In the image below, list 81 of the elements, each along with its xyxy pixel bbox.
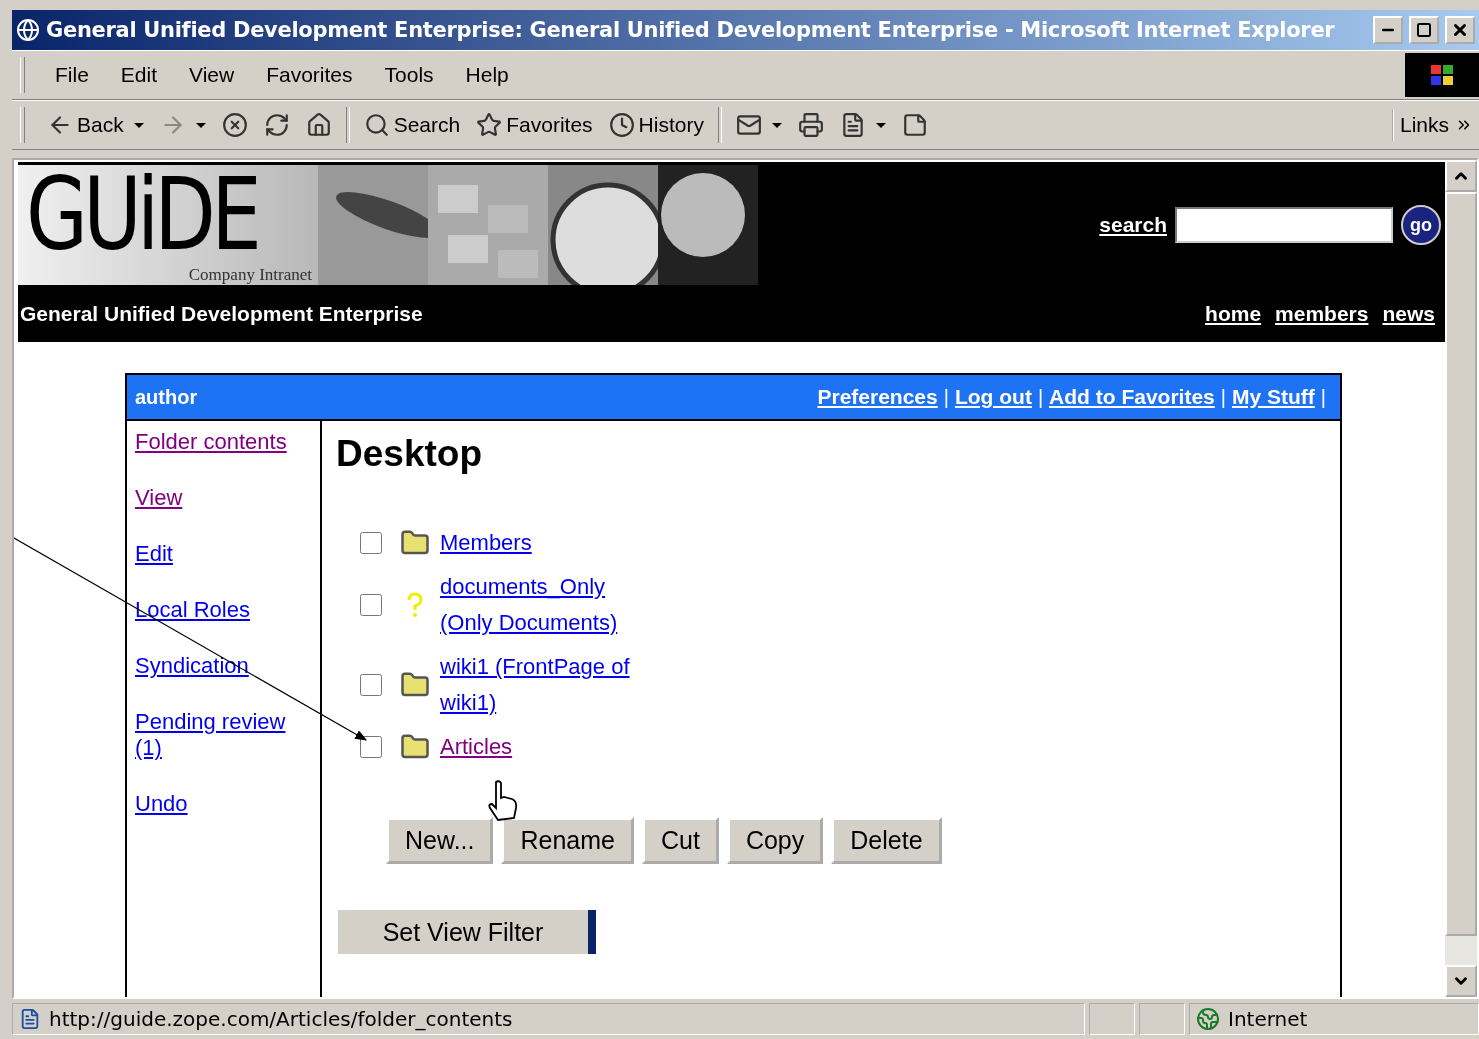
status-pane [1089, 1003, 1135, 1035]
scroll-down-button[interactable] [1445, 965, 1477, 997]
item-checkbox[interactable] [360, 736, 382, 758]
menu-item[interactable]: Tools [368, 59, 450, 91]
scroll-up-button[interactable] [1445, 160, 1477, 192]
nav-link[interactable]: home [1205, 302, 1262, 326]
item-link[interactable]: Articles [440, 729, 632, 765]
side-nav-link[interactable]: Local Roles [135, 597, 315, 623]
maximize-icon [1416, 22, 1432, 38]
item-checkbox[interactable] [360, 674, 382, 696]
page-title: Desktop [336, 433, 483, 475]
caret-icon [875, 122, 886, 128]
status-url: http://guide.zope.com/Articles/folder_contents [12, 1003, 1085, 1035]
caret-icon [771, 122, 782, 128]
logo-tagline: Company Intranet [188, 265, 312, 285]
action-button[interactable]: Rename [501, 817, 634, 864]
links-button[interactable]: Links [1391, 109, 1479, 141]
search-field[interactable] [1175, 207, 1393, 243]
portal-link[interactable]: Preferences [817, 385, 938, 409]
star-icon [476, 112, 503, 138]
note-icon [901, 112, 928, 138]
caret-icon [133, 122, 144, 128]
side-nav-link[interactable]: Undo [135, 791, 315, 817]
user-name: author [135, 385, 198, 409]
portal-link[interactable]: Add to Favorites [1049, 385, 1215, 409]
site-name: General Unified Development Enterprise [20, 302, 423, 326]
scroll-thumb[interactable] [1445, 192, 1477, 936]
item-link[interactable]: documents_Only (Only Documents) [440, 569, 632, 641]
action-button[interactable]: Copy [726, 817, 824, 864]
nav-link[interactable]: news [1382, 302, 1435, 326]
close-icon [1451, 21, 1469, 39]
filter-button[interactable]: Set View Filter [338, 910, 596, 954]
item-link[interactable]: wiki1 (FrontPage of wiki1) [440, 649, 632, 721]
search-icon [363, 112, 390, 138]
globe-icon [1196, 1007, 1220, 1031]
status-pane [1139, 1003, 1185, 1035]
menu-item[interactable]: Favorites [250, 59, 369, 91]
status-zone: Internet [1189, 1003, 1479, 1035]
home-icon [305, 112, 332, 138]
mail-icon [735, 112, 762, 138]
browser-icon [16, 18, 40, 42]
close-button[interactable] [1445, 16, 1475, 44]
nav-link[interactable]: members [1275, 302, 1369, 326]
item-link[interactable]: Members [440, 525, 632, 561]
menu-item[interactable]: Edit [104, 59, 174, 91]
caret-icon [195, 122, 206, 128]
action-button[interactable]: Cut [642, 817, 719, 864]
go-button[interactable]: go [1401, 205, 1441, 245]
item-checkbox[interactable] [360, 594, 382, 616]
menu-item[interactable]: File [39, 59, 105, 91]
toolbar-button[interactable]: Favorites [468, 108, 601, 142]
hand-cursor-icon [486, 780, 520, 824]
portal-link[interactable]: My Stuff [1231, 385, 1315, 409]
side-nav-link[interactable]: View [135, 485, 315, 511]
window-title: General Unified Development Enterprise: General Unified Development Enterprise - Microsoft Internet Explorer [46, 18, 1336, 42]
minimize-button[interactable] [1373, 16, 1403, 44]
side-nav-link[interactable]: Folder contents [135, 429, 315, 455]
toolbar-button[interactable]: Back [39, 108, 152, 142]
action-button[interactable]: Delete [831, 817, 942, 864]
stop-icon [221, 112, 248, 138]
side-nav-link[interactable]: Pending review (1) [135, 709, 315, 761]
clock-icon [608, 112, 635, 138]
side-nav-link[interactable]: Edit [135, 541, 315, 567]
separator: | [943, 385, 949, 409]
toolbar-button[interactable]: Search [355, 108, 469, 142]
portal-link[interactable]: Log out [954, 385, 1032, 409]
logo: GUiDE [26, 165, 257, 265]
printer-icon [797, 112, 824, 138]
refresh-icon [263, 112, 290, 138]
separator: | [1220, 385, 1226, 409]
item-checkbox[interactable] [360, 532, 382, 554]
action-button[interactable]: New... [386, 817, 494, 864]
page-icon [19, 1008, 41, 1030]
menu-item[interactable]: View [173, 59, 251, 91]
flag-icon [1405, 53, 1479, 97]
search-link[interactable]: search [1099, 213, 1167, 237]
maximize-button[interactable] [1409, 16, 1439, 44]
menu-item[interactable]: Help [449, 59, 525, 91]
separator: | [1320, 385, 1326, 409]
separator: | [1037, 385, 1044, 409]
toolbar-button[interactable]: History [600, 108, 712, 142]
